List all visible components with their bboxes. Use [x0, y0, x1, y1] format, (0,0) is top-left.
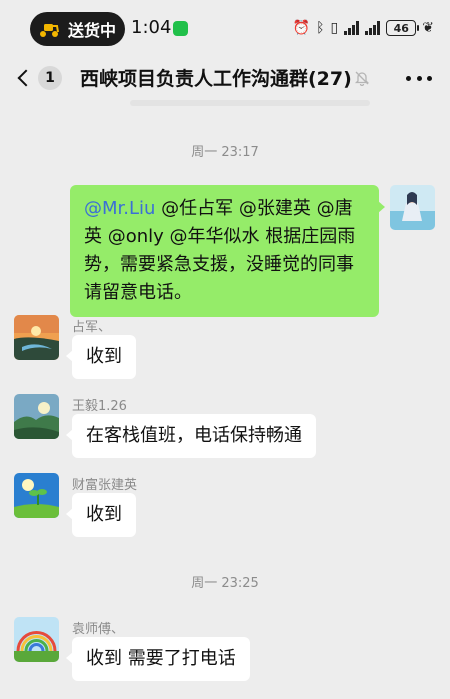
- chat-header: 1 西峡项目负责人工作沟通群(27): [0, 58, 450, 98]
- my-message-bubble[interactable]: @Mr.Liu @任占军 @张建英 @唐英 @only @年华似水 根据庄园雨势…: [70, 185, 385, 317]
- back-arrow-icon: [17, 69, 35, 87]
- alarm-icon: ⏰: [292, 20, 311, 36]
- scooter-icon: [40, 24, 59, 37]
- previous-message-edge: [130, 100, 370, 106]
- message-bubble[interactable]: 收到 需要了打电话: [66, 637, 250, 681]
- sender-avatar[interactable]: [14, 394, 59, 439]
- sender-name: 袁师傅、: [72, 622, 125, 637]
- battery-level: 46: [393, 21, 409, 35]
- more-dot-icon: [406, 75, 411, 81]
- mention-link[interactable]: Mr.Liu: [102, 198, 155, 219]
- more-dot-icon: [427, 75, 432, 81]
- signal-icon: [344, 21, 360, 35]
- battery-icon: 46: [386, 20, 420, 36]
- message-bubble[interactable]: 在客栈值班，电话保持畅通: [66, 414, 316, 458]
- avatar-image: [390, 185, 435, 230]
- signal-icon: [365, 21, 381, 35]
- more-button[interactable]: [406, 68, 432, 88]
- message-timestamp: 周一 23:25: [191, 576, 259, 591]
- sender-avatar[interactable]: [14, 617, 59, 662]
- system-icons: ⏰ ᛒ ▯ 46 ❦: [293, 16, 434, 40]
- status-bar: 送货中 1:04 ⏰ ᛒ ▯ 46 ❦: [0, 0, 450, 58]
- bluetooth-icon: ᛒ: [316, 20, 325, 36]
- mention-prefix: @: [84, 198, 102, 219]
- more-dot-icon: [416, 75, 422, 81]
- bell-off-icon: [354, 71, 370, 86]
- unread-badge: 1: [38, 66, 62, 90]
- avatar-image: [14, 617, 59, 662]
- sender-avatar[interactable]: [14, 315, 59, 360]
- back-button[interactable]: 1: [14, 62, 62, 94]
- avatar-image: [14, 394, 59, 439]
- message-timestamp: 周一 23:17: [191, 145, 259, 160]
- delivery-label: 送货中: [68, 21, 117, 40]
- sender-name: 王毅1.26: [72, 399, 127, 414]
- clock-time: 1:04: [131, 17, 172, 38]
- message-bubble[interactable]: 收到: [66, 335, 136, 379]
- leaf-icon: ❦: [422, 20, 434, 36]
- vibrate-icon: ▯: [330, 20, 339, 36]
- message-bubble[interactable]: 收到: [66, 493, 136, 537]
- sender-name: 财富张建英: [72, 478, 138, 493]
- sender-avatar[interactable]: [14, 473, 59, 518]
- delivery-status-pill[interactable]: 送货中: [30, 12, 125, 46]
- sender-name: 占军、: [72, 320, 112, 335]
- wechat-icon: [173, 21, 188, 36]
- my-avatar[interactable]: [390, 185, 435, 230]
- chat-title: 西峡项目负责人工作沟通群(27): [80, 68, 352, 90]
- avatar-image: [14, 315, 59, 360]
- avatar-image: [14, 473, 59, 518]
